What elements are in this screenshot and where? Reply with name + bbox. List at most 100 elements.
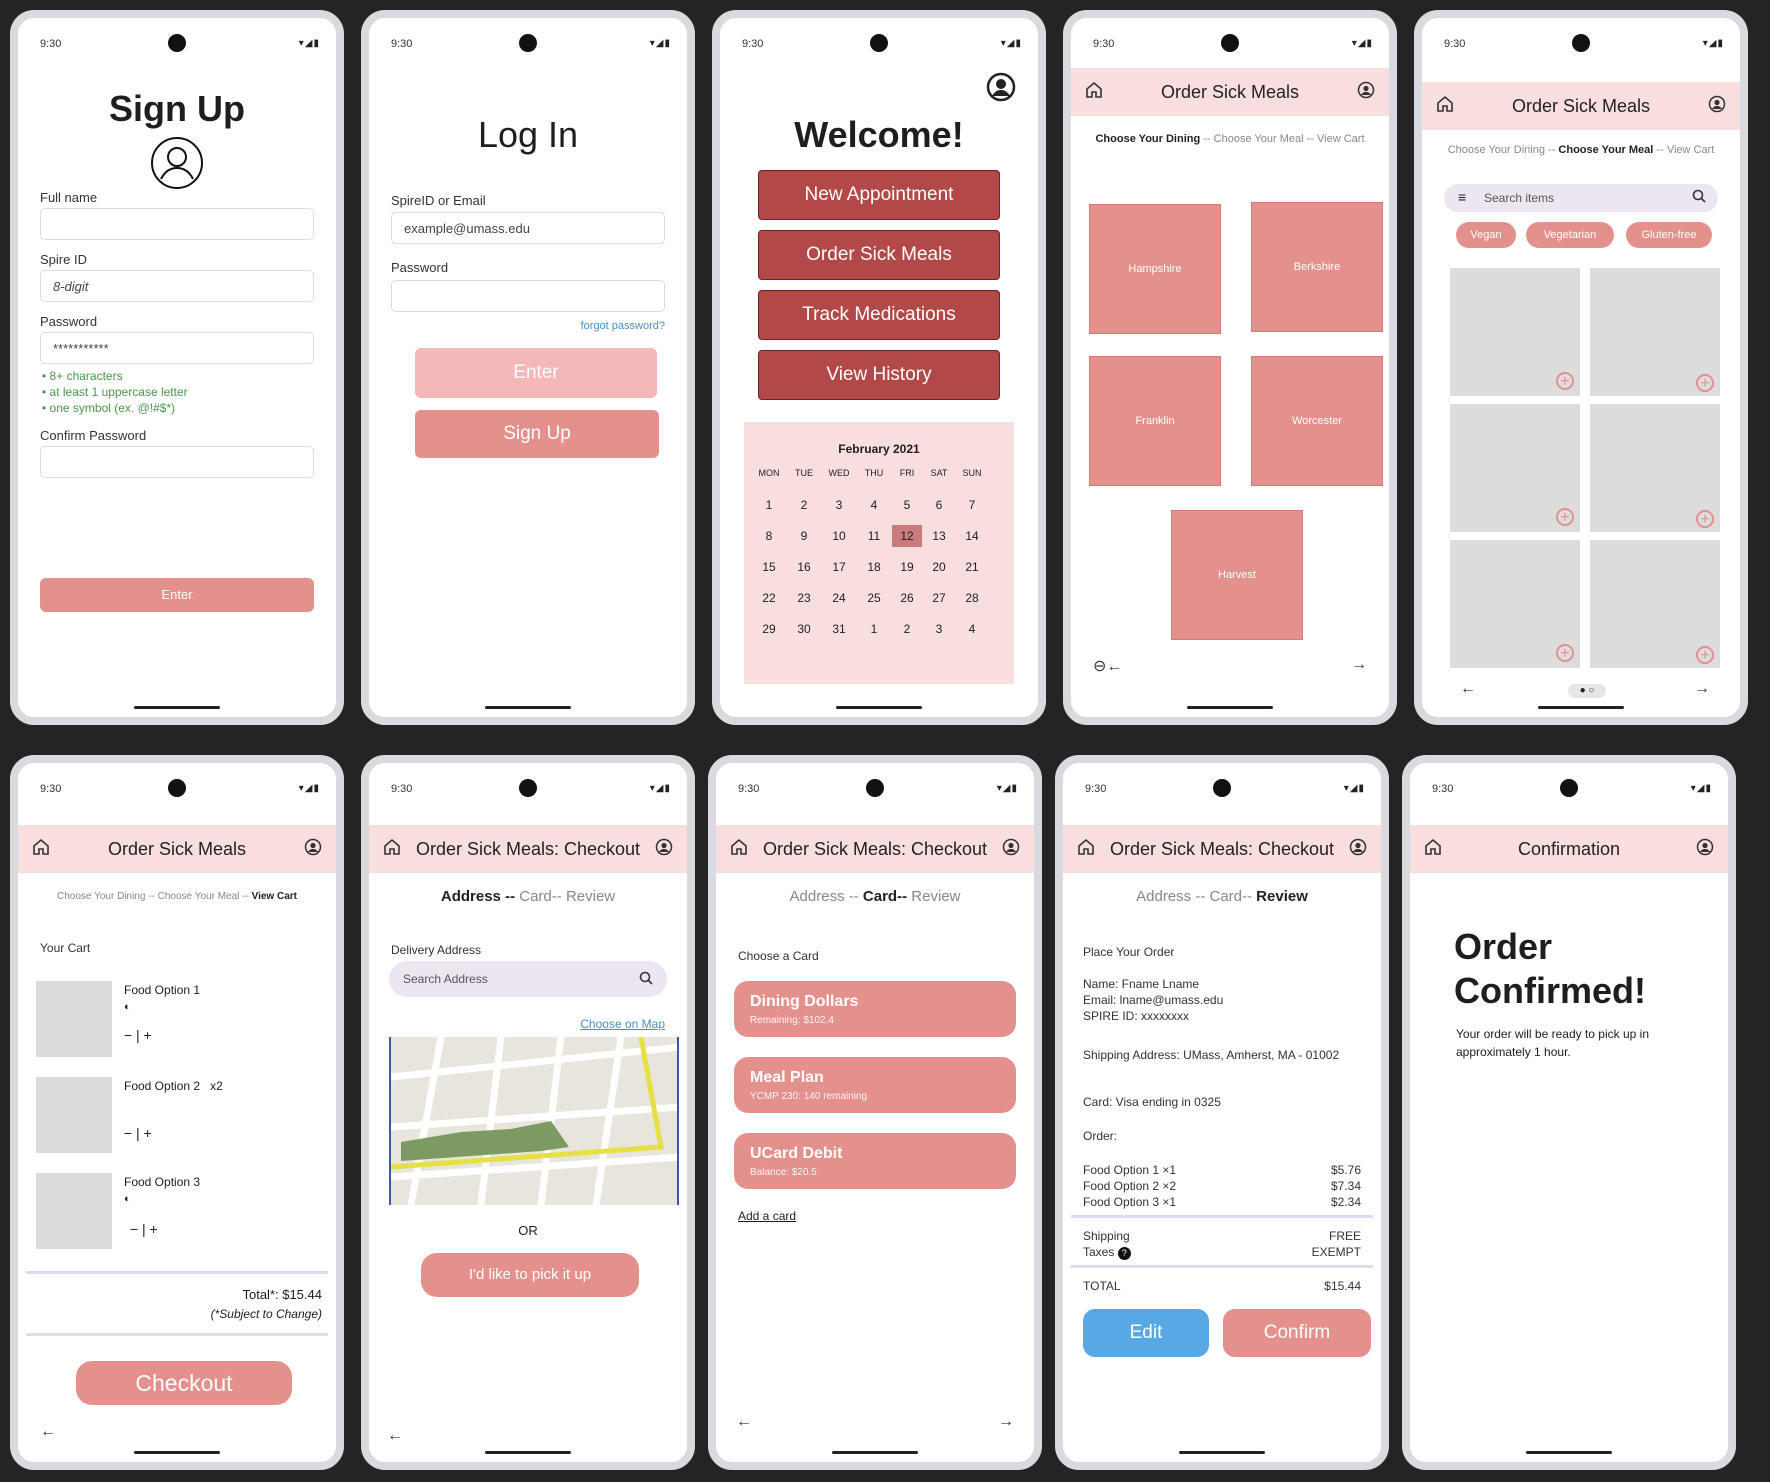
quantity-stepper[interactable]: − | + (126, 1221, 158, 1237)
account-icon[interactable] (1357, 81, 1375, 104)
order-sick-meals-button[interactable]: Order Sick Meals (758, 230, 1000, 280)
calendar-day[interactable]: 6 (924, 494, 954, 516)
account-icon[interactable] (655, 838, 673, 861)
calendar-day[interactable]: 16 (789, 556, 819, 578)
filter-chip-vegan[interactable]: Vegan (1456, 222, 1516, 248)
choose-on-map-link[interactable]: Choose on Map (580, 1017, 665, 1031)
confirm-button[interactable]: Confirm (1223, 1309, 1371, 1357)
search-icon[interactable] (639, 971, 653, 990)
breadcrumb-step[interactable]: View Cart (1667, 144, 1714, 156)
card-option-meal-plan[interactable]: Meal Plan YCMP 230: 140 remaining (734, 1057, 1016, 1113)
enter-button[interactable]: Enter (415, 348, 657, 398)
calendar-day[interactable]: 14 (957, 525, 987, 547)
card-option-dining-dollars[interactable]: Dining Dollars Remaining: $102.4 (734, 981, 1016, 1037)
add-item-icon[interactable]: + (1556, 372, 1574, 390)
calendar-day[interactable]: 13 (924, 525, 954, 547)
calendar-day[interactable]: 1 (859, 618, 889, 640)
quantity-stepper[interactable]: − | + (120, 1027, 152, 1043)
calendar-day[interactable]: 2 (892, 618, 922, 640)
calendar-day[interactable]: 9 (789, 525, 819, 547)
forward-arrow-icon[interactable]: → (1351, 656, 1367, 674)
account-icon[interactable] (1002, 838, 1020, 861)
calendar-day[interactable]: 4 (957, 618, 987, 640)
calendar-day[interactable]: 8 (754, 525, 784, 547)
calendar-day[interactable]: 7 (957, 494, 987, 516)
calendar-day[interactable]: 5 (892, 494, 922, 516)
add-item-icon[interactable]: + (1556, 644, 1574, 662)
breadcrumb-step[interactable]: Choose Your Dining (1448, 144, 1545, 156)
calendar-day[interactable]: 27 (924, 587, 954, 609)
breadcrumb-step[interactable]: Choose Your Meal (1558, 144, 1653, 156)
quantity-stepper[interactable]: − | + (120, 1125, 152, 1141)
search-input[interactable]: Search items (1484, 191, 1554, 205)
breadcrumb-step[interactable]: View Cart (1317, 133, 1364, 145)
account-icon[interactable] (1696, 838, 1714, 861)
calendar-day-selected[interactable]: 12 (892, 525, 922, 547)
account-icon[interactable] (986, 72, 1016, 107)
add-item-icon[interactable]: + (1696, 646, 1714, 664)
back-arrow-icon[interactable]: ← (1460, 680, 1476, 698)
pickup-button[interactable]: I'd like to pick it up (421, 1253, 639, 1297)
calendar-day[interactable]: 10 (824, 525, 854, 547)
sign-up-button[interactable]: Sign Up (415, 410, 659, 458)
account-icon[interactable] (1349, 838, 1367, 861)
calendar-day[interactable]: 30 (789, 618, 819, 640)
new-appointment-button[interactable]: New Appointment (758, 170, 1000, 220)
calendar-day[interactable]: 22 (754, 587, 784, 609)
search-bar[interactable]: ≡ Search items (1444, 184, 1718, 212)
card-option-ucard-debit[interactable]: UCard Debit Balance: $20.5 (734, 1133, 1016, 1189)
calendar-day[interactable]: 29 (754, 618, 784, 640)
calendar-day[interactable]: 26 (892, 587, 922, 609)
edit-button[interactable]: Edit (1083, 1309, 1209, 1357)
password-field[interactable]: *********** (40, 332, 314, 364)
track-medications-button[interactable]: Track Medications (758, 290, 1000, 340)
back-arrow-icon[interactable]: ← (736, 1413, 752, 1431)
calendar-day[interactable]: 21 (957, 556, 987, 578)
forward-arrow-icon[interactable]: → (998, 1413, 1014, 1431)
calendar-day[interactable]: 31 (824, 618, 854, 640)
back-arrow-icon[interactable]: ← (40, 1423, 56, 1441)
calendar-day[interactable]: 17 (824, 556, 854, 578)
account-icon[interactable] (304, 838, 322, 861)
calendar-day[interactable]: 20 (924, 556, 954, 578)
add-item-icon[interactable]: + (1696, 510, 1714, 528)
back-arrow-icon[interactable]: ⊖← (1093, 656, 1122, 676)
add-card-link[interactable]: Add a card (738, 1209, 796, 1223)
breadcrumb-step[interactable]: View Cart (252, 891, 297, 902)
breadcrumb-step[interactable]: Choose Your Dining (1095, 133, 1200, 145)
map-view[interactable] (389, 1037, 679, 1205)
forgot-password-link[interactable]: forgot password? (581, 320, 665, 332)
spire-id-field[interactable]: 8-digit (40, 270, 314, 302)
address-search-bar[interactable]: Search Address (389, 961, 667, 997)
password-field[interactable] (391, 280, 665, 312)
help-icon[interactable]: ? (1117, 1247, 1131, 1260)
filter-chip-vegetarian[interactable]: Vegetarian (1526, 222, 1614, 248)
calendar-day[interactable]: 3 (924, 618, 954, 640)
dining-hall-berkshire[interactable]: Berkshire (1251, 202, 1383, 332)
filter-chip-gluten-free[interactable]: Gluten-free (1626, 222, 1712, 248)
dining-hall-hampshire[interactable]: Hampshire (1089, 204, 1221, 334)
calendar-day[interactable]: 24 (824, 587, 854, 609)
view-history-button[interactable]: View History (758, 350, 1000, 400)
checkout-button[interactable]: Checkout (76, 1361, 292, 1405)
forward-arrow-icon[interactable]: → (1694, 680, 1710, 698)
calendar-day[interactable]: 23 (789, 587, 819, 609)
breadcrumb-step[interactable]: Choose Your Meal (158, 891, 240, 902)
add-item-icon[interactable]: + (1696, 374, 1714, 392)
menu-icon[interactable]: ≡ (1458, 189, 1466, 205)
breadcrumb-step[interactable]: Choose Your Dining (57, 891, 145, 902)
id-field[interactable]: example@umass.edu (391, 212, 665, 244)
calendar-day[interactable]: 25 (859, 587, 889, 609)
calendar-day[interactable]: 2 (789, 494, 819, 516)
calendar-day[interactable]: 11 (859, 525, 889, 547)
calendar-day[interactable]: 28 (957, 587, 987, 609)
add-item-icon[interactable]: + (1556, 508, 1574, 526)
confirm-password-field[interactable] (40, 446, 314, 478)
calendar-day[interactable]: 15 (754, 556, 784, 578)
search-icon[interactable] (1692, 189, 1706, 208)
calendar-day[interactable]: 4 (859, 494, 889, 516)
account-icon[interactable] (1708, 95, 1726, 118)
dining-hall-franklin[interactable]: Franklin (1089, 356, 1221, 486)
calendar-day[interactable]: 18 (859, 556, 889, 578)
calendar-day[interactable]: 3 (824, 494, 854, 516)
